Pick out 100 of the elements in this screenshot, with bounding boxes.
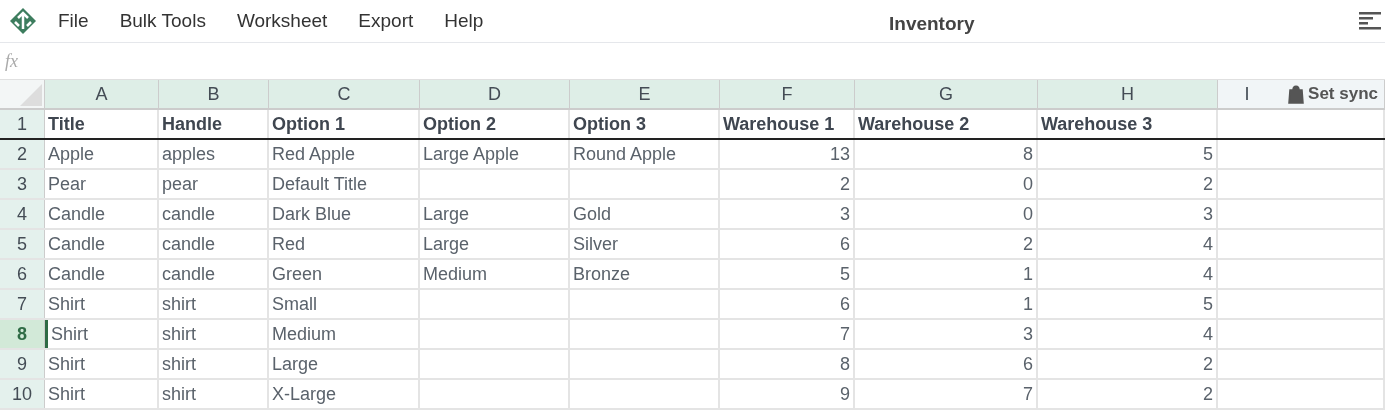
table-cell: 2	[1038, 350, 1218, 378]
table-cell: shirt	[159, 380, 269, 408]
table-cell: Large	[420, 200, 570, 228]
table-cell: Option 2	[420, 110, 570, 138]
row-header[interactable]: 3	[0, 170, 45, 198]
column-header[interactable]: H	[1038, 80, 1218, 108]
table-cell: 0	[855, 200, 1038, 228]
table-cell: Option 3	[570, 110, 720, 138]
table-cell: Warehouse 1	[720, 110, 855, 138]
row-header[interactable]: 5	[0, 230, 45, 258]
row-header[interactable]: 8	[0, 320, 45, 348]
table-cell: 6	[720, 290, 855, 318]
row-header[interactable]: 2	[0, 140, 45, 168]
table-cell: 1	[855, 260, 1038, 288]
table-cell: Option 1	[269, 110, 420, 138]
table-cell: candle	[159, 200, 269, 228]
column-header[interactable]: D	[420, 80, 570, 108]
table-cell: 9	[720, 380, 855, 408]
table-cell: Dark Blue	[269, 200, 420, 228]
row-header[interactable]: 6	[0, 260, 45, 288]
row-header[interactable]: 1	[0, 110, 45, 138]
column-header[interactable]: A	[45, 80, 159, 108]
logo-icon	[9, 7, 37, 35]
column-header[interactable]: G	[855, 80, 1038, 108]
table-cell: candle	[159, 260, 269, 288]
table-cell: apples	[159, 140, 269, 168]
table-cell: shirt	[159, 350, 269, 378]
column-header[interactable]: B	[159, 80, 269, 108]
table-cell: Candle	[45, 260, 159, 288]
table-cell: Large	[269, 350, 420, 378]
window-title: Inventory	[889, 12, 975, 36]
table-cell: shirt	[159, 320, 269, 348]
table-cell: Red	[269, 230, 420, 258]
table-cell: 6	[855, 350, 1038, 378]
column-header[interactable]: C	[269, 80, 420, 108]
table-cell: Small	[269, 290, 420, 318]
table-cell: Gold	[570, 200, 720, 228]
table-cell: Bronze	[570, 260, 720, 288]
table-cell: Shirt	[45, 350, 159, 378]
table-cell: 6	[720, 230, 855, 258]
shopping-bag-icon	[1288, 84, 1305, 104]
table-cell: Large	[420, 230, 570, 258]
table-cell: X-Large	[269, 380, 420, 408]
column-header[interactable]: E	[570, 80, 720, 108]
table-cell: Shirt	[45, 290, 159, 318]
table-cell: 3	[855, 320, 1038, 348]
table-cell: 8	[720, 350, 855, 378]
table-cell: Green	[269, 260, 420, 288]
table-cell: Apple	[45, 140, 159, 168]
menu-item[interactable]: File	[58, 6, 89, 36]
table-cell: Large Apple	[420, 140, 570, 168]
table-cell: shirt	[159, 290, 269, 318]
table-cell: 5	[1038, 290, 1218, 318]
table-cell: Silver	[570, 230, 720, 258]
table-cell: Round Apple	[570, 140, 720, 168]
table-cell: 5	[720, 260, 855, 288]
table-cell: Candle	[45, 230, 159, 258]
table-cell: 3	[1038, 200, 1218, 228]
menu-item[interactable]: Help	[444, 6, 484, 36]
table-cell: 4	[1038, 320, 1218, 348]
corner-triangle-icon	[20, 84, 42, 106]
column-header[interactable]: F	[720, 80, 855, 108]
table-cell: 4	[1038, 260, 1218, 288]
table-cell: Pear	[45, 170, 159, 198]
table-cell: Medium	[269, 320, 420, 348]
menu-icon[interactable]	[1359, 11, 1381, 31]
set-sync-button[interactable]: Set sync	[1288, 81, 1378, 107]
row-header[interactable]: 7	[0, 290, 45, 318]
table-cell: pear	[159, 170, 269, 198]
corner-cell[interactable]	[0, 80, 45, 108]
row-header[interactable]: 10	[0, 380, 45, 408]
menu-item[interactable]: Bulk Tools	[119, 6, 206, 36]
table-cell: 1	[855, 290, 1038, 318]
row-header[interactable]: 4	[0, 200, 45, 228]
table-cell: Candle	[45, 200, 159, 228]
table-cell: 13	[720, 140, 855, 168]
table-cell: 8	[855, 140, 1038, 168]
table-cell: 0	[855, 170, 1038, 198]
menu-item[interactable]: Export	[358, 6, 414, 36]
table-cell: 7	[720, 320, 855, 348]
table-cell: Medium	[420, 260, 570, 288]
table-cell: Red Apple	[269, 140, 420, 168]
table-cell: Warehouse 2	[855, 110, 1038, 138]
table-cell: candle	[159, 230, 269, 258]
table-cell: 2	[1038, 170, 1218, 198]
table-cell: 5	[1038, 140, 1218, 168]
table-cell: Shirt	[45, 320, 159, 348]
table-cell: Handle	[159, 110, 269, 138]
table-cell: 3	[720, 200, 855, 228]
table-cell: Default Title	[269, 170, 420, 198]
table-cell: Warehouse 3	[1038, 110, 1218, 138]
table-cell: 2	[855, 230, 1038, 258]
row-header[interactable]: 9	[0, 350, 45, 378]
table-cell: 2	[1038, 380, 1218, 408]
column-header[interactable]: I Set sync	[1218, 80, 1385, 108]
table-cell: 2	[720, 170, 855, 198]
menu-item[interactable]: Worksheet	[236, 6, 328, 36]
table-cell: 7	[855, 380, 1038, 408]
table-cell: Title	[45, 110, 159, 138]
formula-label: fx	[5, 49, 18, 73]
